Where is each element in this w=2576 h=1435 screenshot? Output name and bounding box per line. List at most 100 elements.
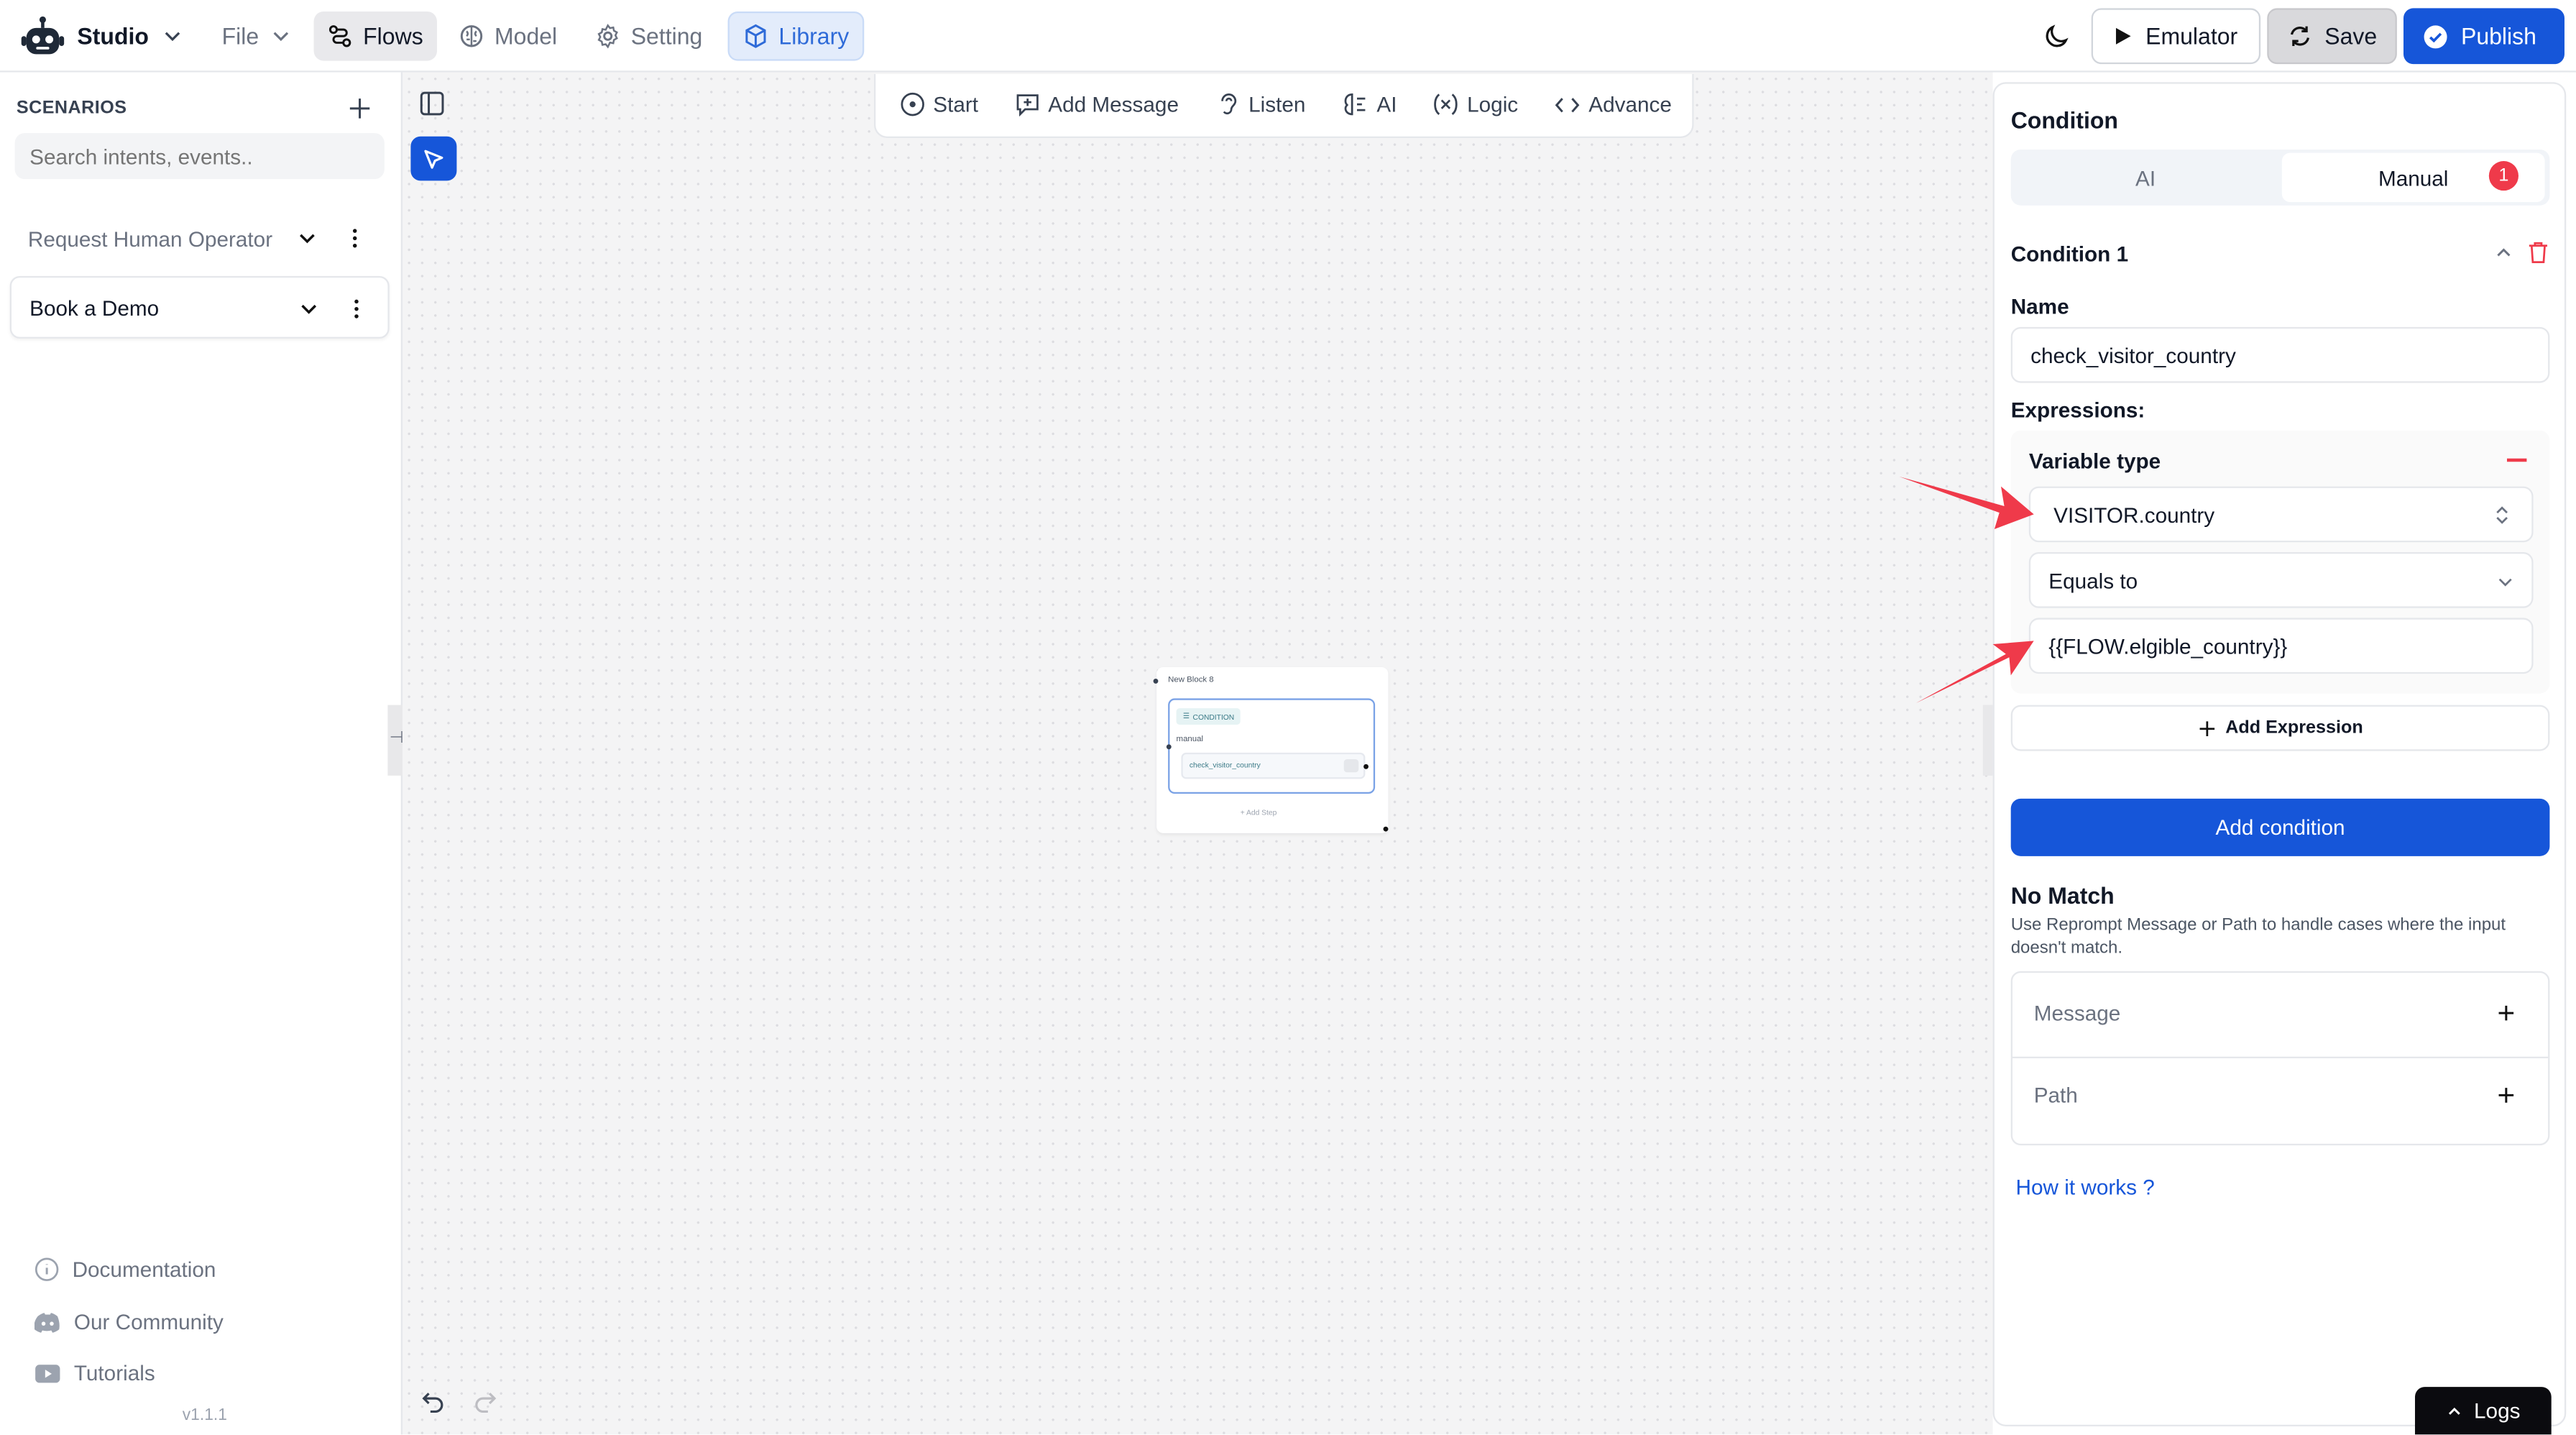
flow-canvas[interactable]: ⊣ New Block 8 ☰ CONDITION manual check_v… — [387, 72, 1993, 1435]
tab-setting-label: Setting — [630, 22, 703, 50]
start-circle-icon — [901, 92, 925, 116]
variable-select[interactable]: VISITOR.country — [2028, 486, 2534, 543]
app-window: Studio File Flows Model Setting Library — [0, 0, 2576, 1435]
condition-step[interactable]: ☰ CONDITION manual check_visitor_country — [1166, 698, 1376, 794]
tab-ai[interactable]: AI — [2011, 150, 2281, 206]
tutorials-link[interactable]: Tutorials — [34, 1361, 155, 1385]
tab-flows[interactable]: Flows — [313, 11, 436, 61]
listen-tool[interactable]: Listen — [1218, 91, 1306, 117]
undo-icon[interactable] — [419, 1392, 446, 1415]
no-match-description: Use Reprompt Message or Path to handle c… — [2010, 915, 2506, 958]
select-tool-icon[interactable] — [410, 136, 457, 181]
mode-tabs: AI Manual 1 — [2010, 149, 2550, 206]
tab-model[interactable]: Model — [445, 12, 570, 61]
documentation-link[interactable]: Documentation — [34, 1257, 216, 1282]
tab-manual[interactable]: Manual 1 — [2281, 152, 2545, 203]
path-row[interactable]: Path — [2012, 1058, 2548, 1144]
trash-icon[interactable] — [2526, 240, 2549, 265]
no-match-options: Message Path — [2010, 971, 2550, 1146]
tab-manual-label: Manual — [2378, 165, 2449, 190]
gear-icon — [594, 23, 621, 50]
scenario-search-input[interactable] — [14, 133, 385, 180]
reprompt-message-row[interactable]: Message — [2012, 973, 2549, 1058]
flows-icon — [327, 23, 354, 50]
add-condition-label: Add condition — [2215, 815, 2345, 840]
operator-select-value: Equals to — [2048, 567, 2138, 592]
no-match-title: No Match — [2010, 882, 2115, 909]
more-vertical-icon[interactable] — [345, 298, 368, 321]
manual-count-badge: 1 — [2488, 160, 2518, 191]
chevron-down-icon — [269, 24, 292, 47]
tab-setting[interactable]: Setting — [581, 12, 715, 61]
community-link[interactable]: Our Community — [34, 1310, 224, 1334]
add-message-tool[interactable]: Add Message — [1016, 92, 1179, 116]
add-step-label: Add Step — [1246, 808, 1277, 817]
tab-library[interactable]: Library — [727, 11, 864, 61]
scenario-item[interactable]: Request Human Operator — [10, 207, 390, 270]
condition-type-tag: ☰ CONDITION — [1176, 708, 1241, 725]
logs-label: Logs — [2474, 1398, 2521, 1423]
listen-label: Listen — [1248, 91, 1306, 117]
scenarios-heading: SCENARIOS — [16, 98, 127, 119]
annotation-arrows — [1899, 476, 2034, 704]
operator-select[interactable]: Equals to — [2028, 551, 2534, 608]
start-label: Start — [933, 91, 979, 117]
add-scenario-icon[interactable] — [346, 96, 373, 122]
condition-tag-label: CONDITION — [1192, 712, 1235, 721]
scenario-label: Request Human Operator — [27, 226, 273, 251]
emulator-button[interactable]: Emulator — [2091, 8, 2261, 65]
logic-label: Logic — [1467, 91, 1519, 117]
resize-handle-icon[interactable]: ⊣ — [390, 730, 404, 748]
tab-model-label: Model — [494, 22, 558, 50]
robot-logo-icon — [19, 15, 65, 58]
condition-title: Condition 1 — [2010, 241, 2129, 267]
logs-button[interactable]: Logs — [2414, 1387, 2552, 1435]
dark-mode-toggle-icon[interactable] — [2042, 22, 2071, 51]
chevron-up-icon[interactable] — [2494, 243, 2513, 262]
toggle-sidebar-icon[interactable] — [419, 91, 446, 117]
block-output-port[interactable] — [1383, 826, 1389, 832]
save-label: Save — [2324, 22, 2378, 50]
panel-resize-handle[interactable] — [1982, 705, 1993, 776]
publish-button[interactable]: Publish — [2403, 8, 2564, 65]
condition-name-value: check_visitor_country — [2030, 342, 2236, 367]
tab-ai-label: AI — [2135, 165, 2156, 190]
ai-tool[interactable]: AI — [1342, 92, 1397, 116]
chevron-down-icon[interactable] — [295, 226, 318, 249]
add-step-button[interactable]: + Add Step — [1241, 809, 1277, 817]
variable-icon — [1432, 92, 1459, 116]
add-condition-button[interactable]: Add condition — [2010, 798, 2550, 856]
cube-icon — [742, 23, 769, 50]
condition-path-label: check_visitor_country — [1189, 761, 1261, 769]
advance-tool[interactable]: Advance — [1554, 92, 1672, 116]
chevron-up-down-icon — [2492, 505, 2511, 526]
scenario-item[interactable]: Book a Demo — [9, 275, 390, 339]
chevron-down-icon — [2496, 572, 2515, 591]
remove-expression-icon[interactable] — [2506, 458, 2527, 462]
add-path-icon[interactable] — [2497, 1086, 2515, 1104]
sync-icon — [2288, 24, 2312, 47]
block-input-port[interactable] — [1153, 678, 1159, 684]
start-tool[interactable]: Start — [901, 92, 978, 116]
add-expression-button[interactable]: Add Expression — [2010, 705, 2550, 751]
flow-block[interactable]: New Block 8 ☰ CONDITION manual check_vis… — [1153, 666, 1389, 833]
condition-path[interactable]: check_visitor_country — [1181, 752, 1368, 779]
chevron-down-icon — [160, 24, 183, 47]
compare-value-input[interactable]: {{FLOW.elgible_country}} — [2028, 618, 2534, 674]
save-button[interactable]: Save — [2267, 8, 2397, 65]
step-port[interactable] — [1166, 744, 1172, 750]
path-output-port[interactable] — [1363, 764, 1368, 769]
condition-name-input[interactable]: check_visitor_country — [2010, 326, 2550, 383]
how-it-works-link[interactable]: How it works ? — [2016, 1175, 2155, 1199]
add-message-icon[interactable] — [2497, 1004, 2515, 1022]
chevron-down-icon[interactable] — [298, 298, 321, 321]
app-menu[interactable]: Studio — [19, 15, 183, 58]
scenario-label: Book a Demo — [29, 295, 160, 320]
redo-icon[interactable] — [473, 1392, 500, 1415]
file-menu[interactable]: File — [208, 12, 305, 61]
more-vertical-icon[interactable] — [344, 226, 367, 249]
condition-tag-icon: ☰ — [1182, 711, 1190, 720]
logic-tool[interactable]: Logic — [1432, 92, 1518, 116]
play-icon — [2112, 27, 2132, 46]
expressions-label: Expressions: — [2010, 398, 2145, 423]
